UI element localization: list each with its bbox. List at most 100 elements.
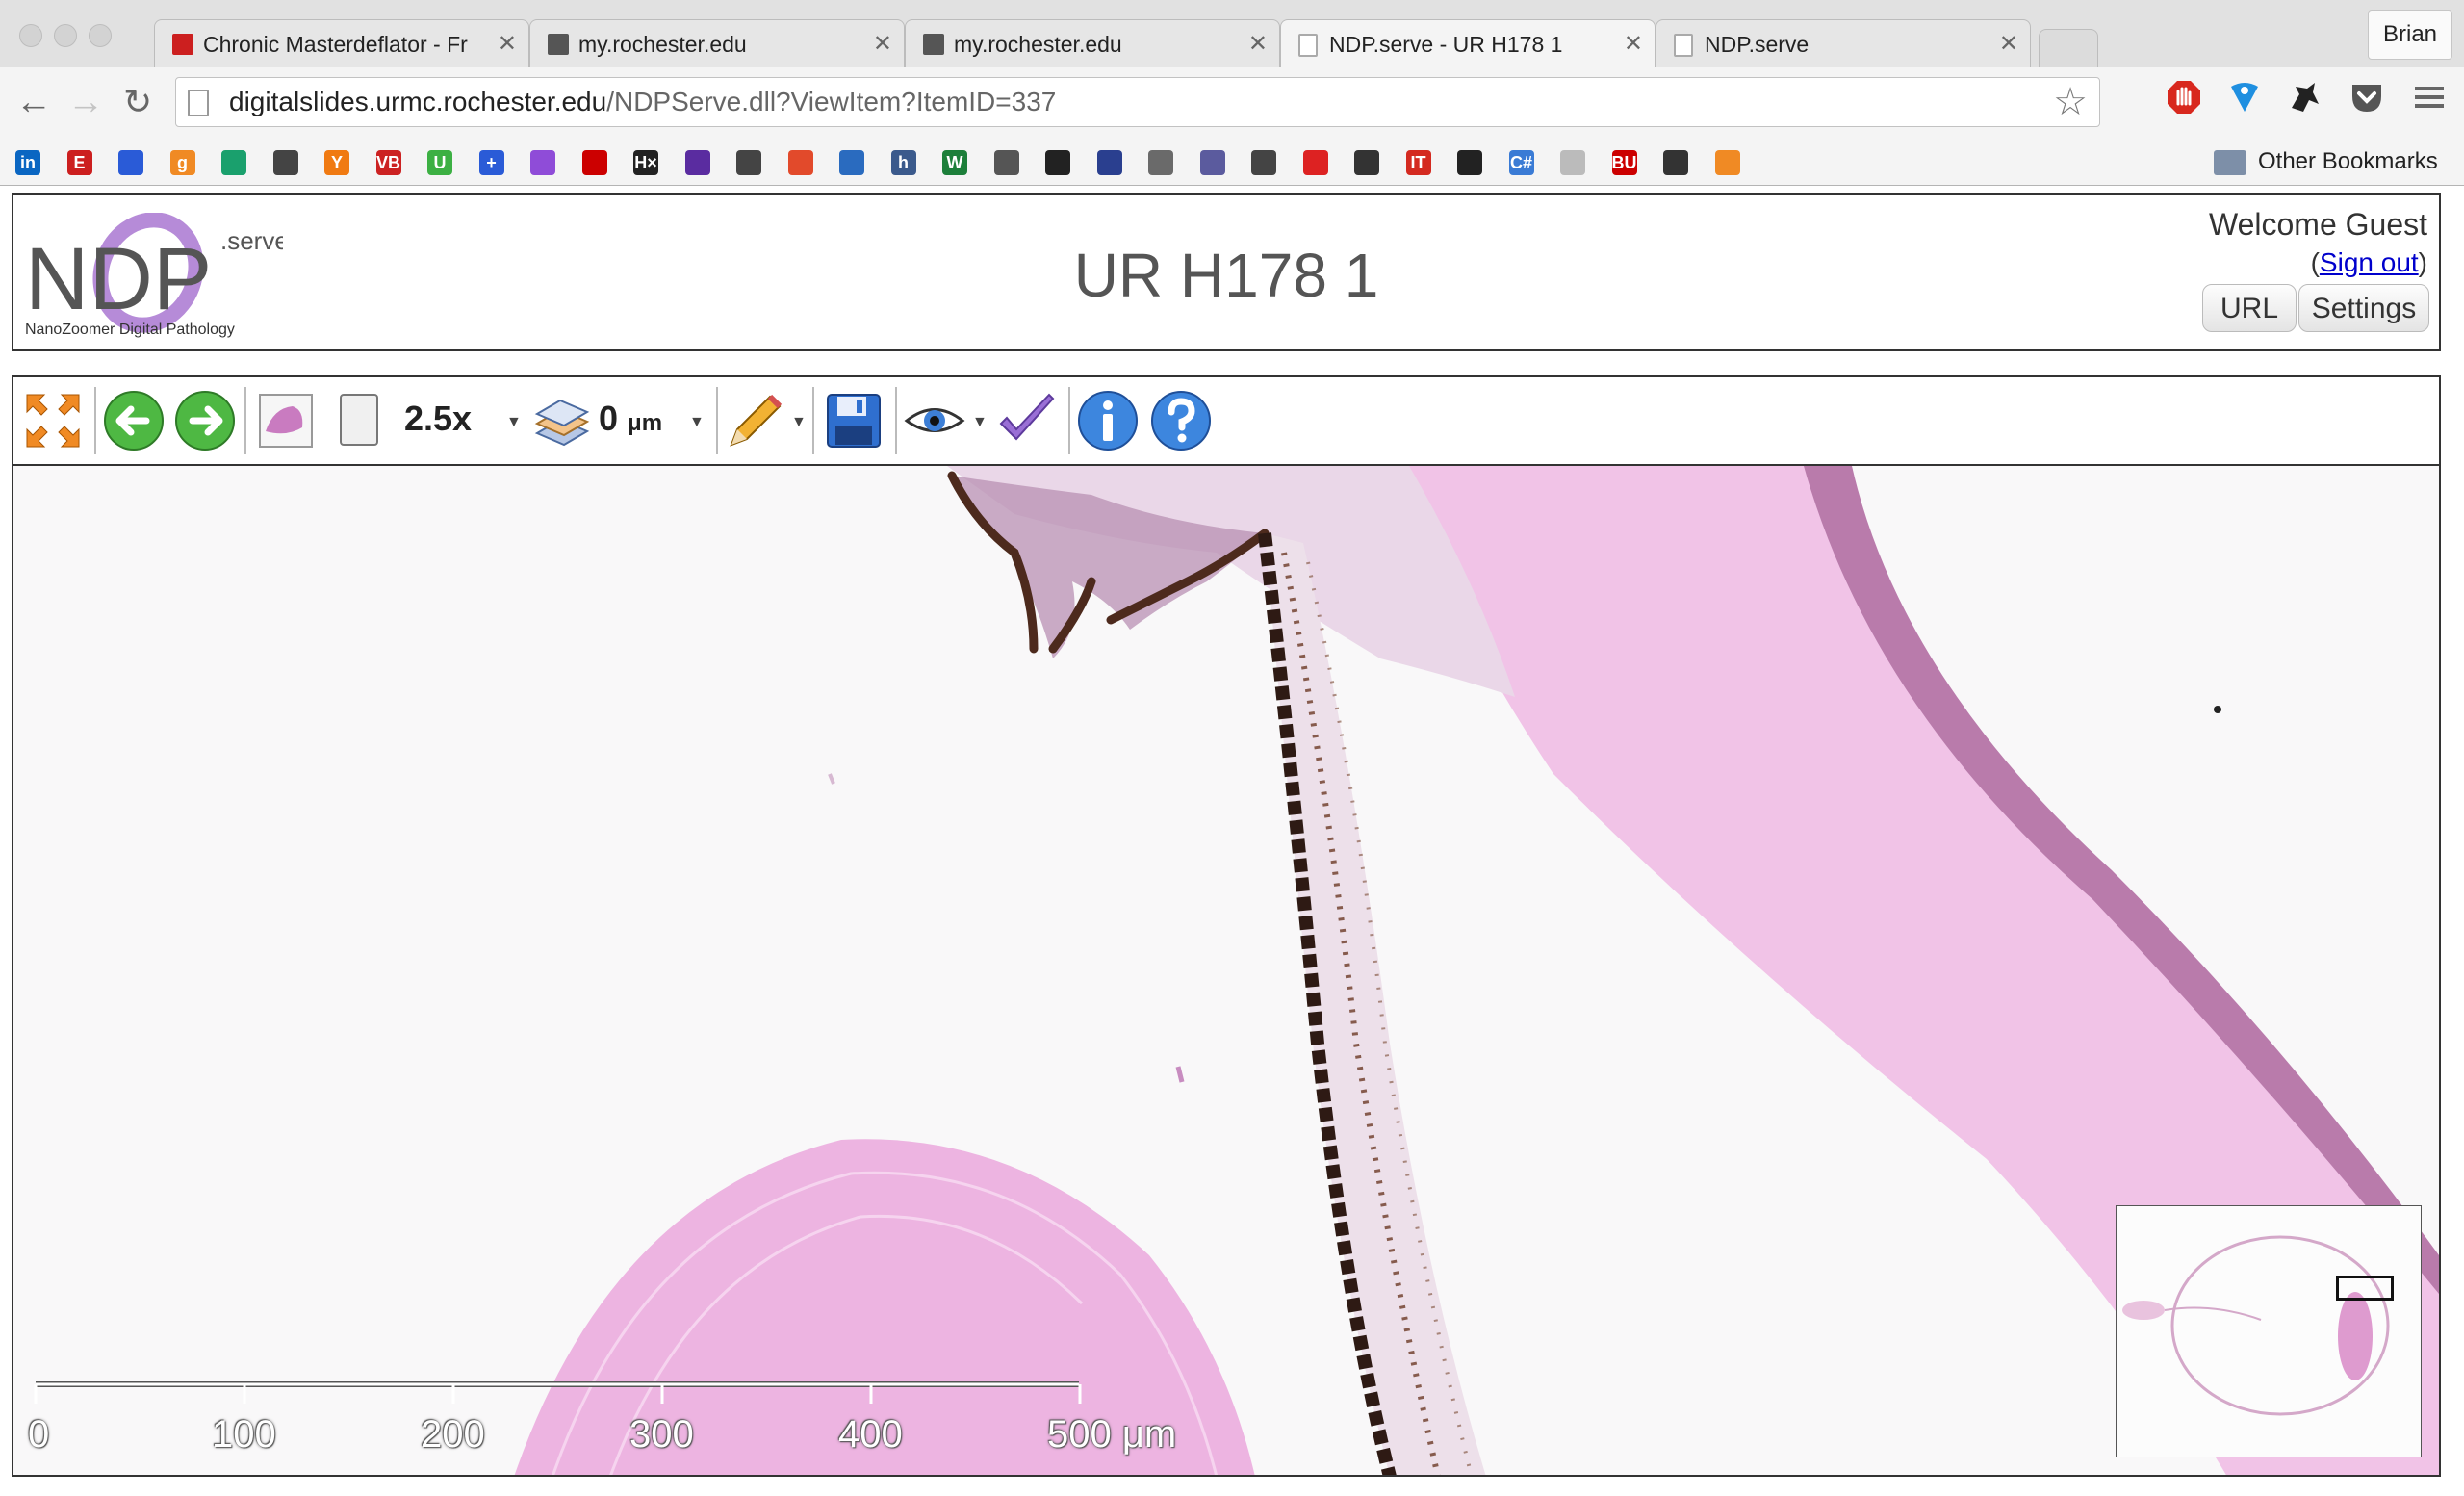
- bookmark-29-icon[interactable]: C#: [1508, 150, 1534, 175]
- close-tab-icon[interactable]: ✕: [873, 30, 892, 58]
- bookmark-21-icon[interactable]: [1096, 150, 1122, 175]
- bookmark-9-icon[interactable]: +: [478, 150, 504, 175]
- bookmark-8-icon[interactable]: U: [427, 150, 452, 175]
- close-tab-icon[interactable]: ✕: [1248, 30, 1268, 58]
- bookmark-28-icon[interactable]: [1457, 150, 1482, 175]
- bookmark-24-icon[interactable]: [1251, 150, 1276, 175]
- pocket-icon[interactable]: [2348, 79, 2385, 116]
- settings-button[interactable]: Settings: [2298, 284, 2429, 332]
- focus-dropdown-icon[interactable]: ▼: [689, 414, 705, 431]
- profile-button[interactable]: Brian: [2368, 10, 2452, 60]
- view-eye-icon[interactable]: [903, 389, 966, 452]
- toolbar-separator: [1068, 387, 1070, 454]
- signout-link[interactable]: Sign out: [2320, 247, 2419, 277]
- viewer-toolbar: 2.5x ▼ 0 μm ▼ ▼ ▼: [13, 377, 2439, 466]
- other-bookmarks-label: Other Bookmarks: [2258, 148, 2438, 174]
- welcome-text: Welcome Guest: [2208, 207, 2427, 242]
- new-tab-button[interactable]: [2039, 29, 2098, 68]
- browser-chrome: Chronic Masterdeflator - Fr ✕ my.rochest…: [0, 0, 2464, 186]
- tab-title: NDP.serve - UR H178 1: [1329, 32, 1563, 57]
- reload-icon[interactable]: ↻: [123, 83, 152, 121]
- scale-label: 400: [838, 1413, 903, 1456]
- zoom-level[interactable]: 2.5x: [404, 399, 472, 439]
- bookmark-0-icon[interactable]: in: [15, 150, 40, 175]
- fit-to-screen-icon[interactable]: [21, 389, 85, 452]
- tab-ndp-serve-ur-h178[interactable]: NDP.serve - UR H178 1 ✕: [1280, 19, 1656, 67]
- signout-paren-close: ): [2418, 247, 2427, 277]
- overview-viewport-frame[interactable]: [2336, 1276, 2394, 1301]
- url-host: digitalslides.urmc.rochester.edu: [229, 87, 607, 116]
- zoom-dropdown-icon[interactable]: ▼: [506, 414, 522, 431]
- slide-overview-map[interactable]: [2116, 1205, 2422, 1457]
- slide-viewer: 2.5x ▼ 0 μm ▼ ▼ ▼ 0 100 200 300 400 500 …: [12, 375, 2441, 1477]
- bookmark-17-icon[interactable]: h: [890, 150, 916, 175]
- toolbar-separator: [244, 387, 246, 454]
- slide-label-icon[interactable]: [327, 389, 391, 452]
- view-dropdown-icon[interactable]: ▼: [972, 414, 988, 431]
- close-window-button[interactable]: [19, 24, 42, 47]
- tab-chronic-masterdeflator[interactable]: Chronic Masterdeflator - Fr ✕: [154, 19, 529, 67]
- bookmark-22-icon[interactable]: [1148, 150, 1173, 175]
- minimize-window-button[interactable]: [54, 24, 77, 47]
- annotation-dropdown-icon[interactable]: ▼: [791, 414, 807, 431]
- tab-my-rochester-1[interactable]: my.rochester.edu ✕: [529, 19, 905, 67]
- bookmark-10-icon[interactable]: [530, 150, 555, 175]
- bookmark-33-icon[interactable]: [1714, 150, 1740, 175]
- chrome-menu-icon[interactable]: [2411, 79, 2448, 116]
- close-tab-icon[interactable]: ✕: [1999, 30, 2018, 58]
- focus-layers-icon[interactable]: [529, 389, 593, 452]
- bookmark-15-icon[interactable]: [787, 150, 813, 175]
- toolbar-separator: [812, 387, 814, 454]
- bookmark-7-icon[interactable]: VB: [375, 150, 401, 175]
- bookmark-19-icon[interactable]: [993, 150, 1019, 175]
- annotation-pencil-icon[interactable]: [724, 389, 787, 452]
- bookmark-20-icon[interactable]: [1045, 150, 1070, 175]
- bookmark-1-icon[interactable]: E: [66, 150, 92, 175]
- close-tab-icon[interactable]: ✕: [1624, 30, 1643, 58]
- checkmark-icon[interactable]: [995, 389, 1059, 452]
- page-icon: [188, 90, 209, 116]
- address-bar[interactable]: digitalslides.urmc.rochester.edu/NDPServ…: [175, 77, 2100, 127]
- bookmark-star-icon[interactable]: ☆: [2053, 80, 2088, 124]
- focus-depth-unit: μm: [628, 410, 663, 436]
- bookmark-5-icon[interactable]: [272, 150, 298, 175]
- bookmark-13-icon[interactable]: [684, 150, 710, 175]
- bookmark-11-icon[interactable]: [581, 150, 607, 175]
- bookmark-23-icon[interactable]: [1199, 150, 1225, 175]
- tab-my-rochester-2[interactable]: my.rochester.edu ✕: [905, 19, 1280, 67]
- bookmark-2-icon[interactable]: [118, 150, 143, 175]
- bookmark-27-icon[interactable]: IT: [1405, 150, 1431, 175]
- bookmark-18-icon[interactable]: W: [942, 150, 967, 175]
- bookmark-16-icon[interactable]: [839, 150, 864, 175]
- info-icon[interactable]: [1076, 389, 1140, 452]
- bookmark-12-icon[interactable]: H×: [633, 150, 658, 175]
- bookmark-6-icon[interactable]: Y: [324, 150, 349, 175]
- close-tab-icon[interactable]: ✕: [498, 30, 517, 58]
- bookmark-31-icon[interactable]: BU: [1611, 150, 1637, 175]
- ndp-header: NDP .serve NanoZoomer Digital Pathology …: [12, 193, 2441, 351]
- bookmark-4-icon[interactable]: [221, 150, 246, 175]
- url-text[interactable]: digitalslides.urmc.rochester.edu/NDPServ…: [229, 87, 1056, 117]
- back-arrow-icon[interactable]: [102, 389, 166, 452]
- forward-arrow-icon[interactable]: [173, 389, 237, 452]
- bookmark-3-icon[interactable]: g: [169, 150, 195, 175]
- bookmark-32-icon[interactable]: [1663, 150, 1688, 175]
- ghostery-icon[interactable]: [2226, 79, 2263, 116]
- bookmark-26-icon[interactable]: [1354, 150, 1379, 175]
- slide-image[interactable]: [13, 466, 2439, 1477]
- bookmark-25-icon[interactable]: [1302, 150, 1328, 175]
- tab-title: my.rochester.edu: [954, 32, 1122, 57]
- slide-thumbnail-icon[interactable]: [254, 389, 318, 452]
- bookmark-14-icon[interactable]: [736, 150, 761, 175]
- url-button[interactable]: URL: [2202, 284, 2297, 332]
- forward-icon[interactable]: →: [67, 83, 104, 121]
- help-icon[interactable]: [1149, 389, 1213, 452]
- tab-ndp-serve[interactable]: NDP.serve ✕: [1656, 19, 2031, 67]
- maximize-window-button[interactable]: [89, 24, 112, 47]
- adblock-icon[interactable]: [2166, 79, 2202, 116]
- focus-depth[interactable]: 0 μm: [599, 399, 662, 439]
- save-disk-icon[interactable]: [822, 389, 886, 452]
- bookmark-30-icon[interactable]: [1560, 150, 1585, 175]
- horse-extension-icon[interactable]: [2286, 79, 2323, 116]
- back-icon[interactable]: ←: [15, 83, 52, 121]
